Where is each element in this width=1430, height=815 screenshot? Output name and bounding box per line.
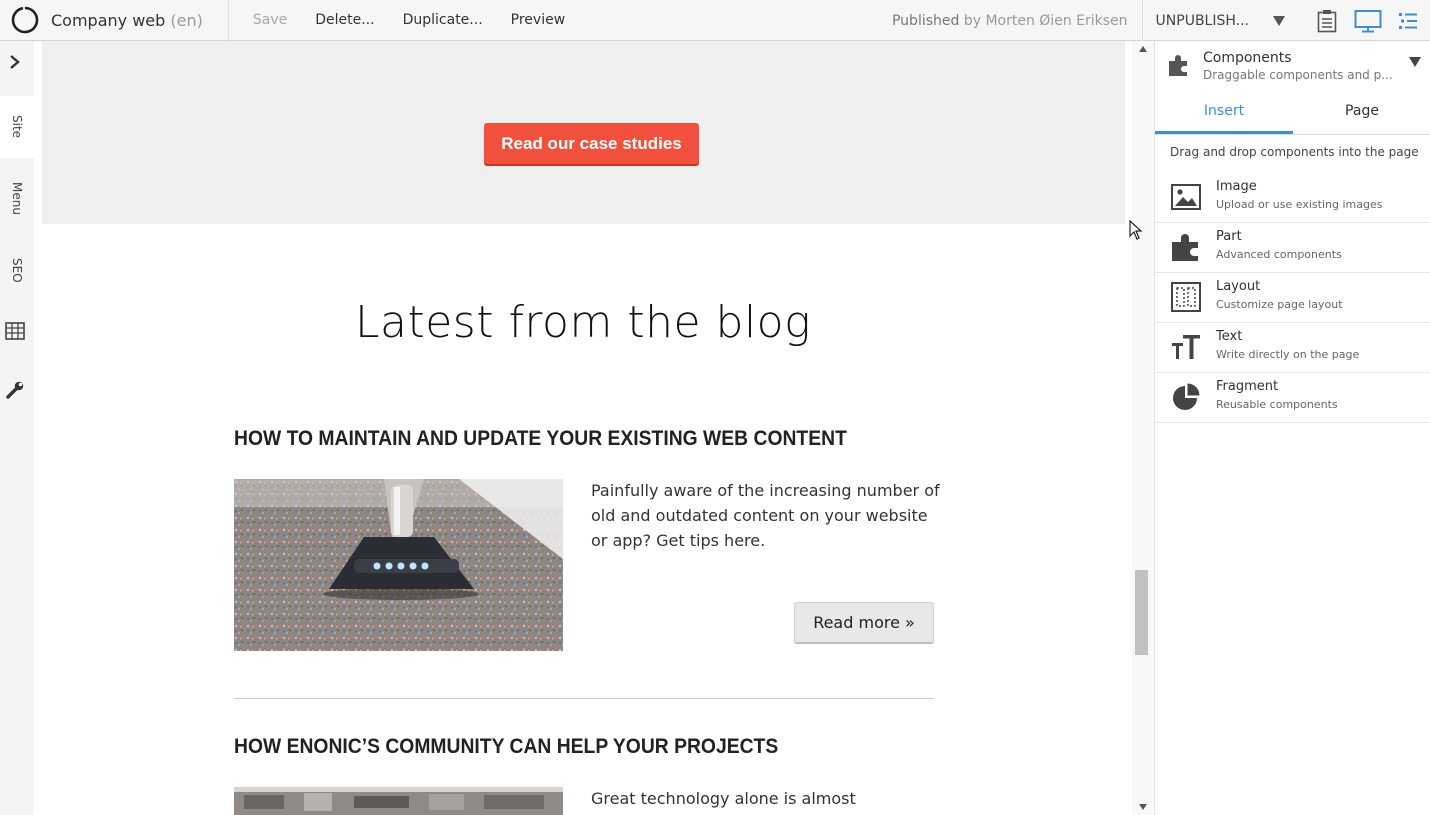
- tab-insert[interactable]: Insert: [1155, 90, 1293, 134]
- post-title[interactable]: HOW TO MAINTAIN AND UPDATE YOUR EXISTING…: [234, 427, 847, 451]
- component-item-subtitle: Write directly on the page: [1216, 348, 1360, 361]
- post-excerpt: Great technology alone is almost: [591, 789, 856, 808]
- content-title: Company web (en): [51, 11, 203, 30]
- panel-subtitle: Draggable components and p...: [1203, 68, 1393, 82]
- component-item-subtitle: Reusable components: [1216, 398, 1338, 411]
- components-panel: Components Draggable components and p...…: [1154, 41, 1430, 815]
- publish-status-author: by Morten Øien Eriksen: [963, 12, 1128, 29]
- component-item-title: Part: [1216, 229, 1242, 244]
- pie-icon: [1170, 381, 1202, 413]
- component-list: Image Upload or use existing images Part…: [1155, 173, 1430, 423]
- scrollbar-thumb[interactable]: [1135, 570, 1148, 655]
- puzzle-icon: [1170, 231, 1202, 263]
- delete-button[interactable]: Delete...: [315, 12, 374, 28]
- chevron-down-icon[interactable]: [1409, 57, 1421, 67]
- expand-arrow-icon[interactable]: [6, 53, 24, 75]
- read-more-button[interactable]: Read more »: [794, 602, 934, 644]
- component-item-fragment[interactable]: Fragment Reusable components: [1155, 373, 1430, 423]
- layout-icon: [1170, 281, 1202, 313]
- canvas-scrollbar[interactable]: [1132, 41, 1154, 815]
- component-item-text[interactable]: Text Write directly on the page: [1155, 323, 1430, 373]
- component-item-image[interactable]: Image Upload or use existing images: [1155, 173, 1430, 223]
- case-studies-button[interactable]: Read our case studies: [484, 123, 699, 164]
- component-item-title: Fragment: [1216, 379, 1279, 394]
- post-excerpt: Painfully aware of the increasing number…: [591, 481, 940, 550]
- component-item-subtitle: Upload or use existing images: [1216, 198, 1383, 211]
- puzzle-icon: [1167, 53, 1191, 81]
- publish-status: Published by Morten Øien Eriksen: [892, 13, 1128, 29]
- desktop-icon[interactable]: [1354, 9, 1382, 33]
- save-button[interactable]: Save: [253, 12, 287, 28]
- toolbar-divider: [1141, 0, 1143, 41]
- mouse-pointer-icon: [1129, 219, 1143, 244]
- publish-status-label: Published: [891, 12, 960, 29]
- context-sidebar: Site Menu SEO: [0, 41, 34, 815]
- preview-button[interactable]: Preview: [511, 12, 566, 28]
- publish-menu-chevron-down-icon[interactable]: [1273, 15, 1285, 26]
- duplicate-button[interactable]: Duplicate...: [403, 12, 483, 28]
- scroll-up-arrow-icon[interactable]: [1139, 46, 1147, 52]
- post-title[interactable]: HOW ENONIC’S COMMUNITY CAN HELP YOUR PRO…: [234, 735, 778, 759]
- tab-page[interactable]: Page: [1293, 90, 1430, 134]
- sidebar-tab-seo[interactable]: SEO: [0, 247, 34, 293]
- sidebar-tab-menu[interactable]: Menu: [0, 167, 34, 229]
- component-item-title: Image: [1216, 179, 1257, 194]
- app-logo[interactable]: [10, 5, 40, 35]
- panel-title: Components: [1203, 50, 1292, 66]
- content-language: (en): [170, 10, 203, 30]
- image-icon: [1170, 181, 1202, 213]
- blog-heading: Latest from the blog: [354, 297, 811, 348]
- panel-tabs: Insert Page: [1155, 90, 1430, 135]
- post-image-office[interactable]: [234, 787, 563, 815]
- cta-section: Read our case studies: [42, 41, 1125, 224]
- wrench-icon[interactable]: [5, 380, 25, 404]
- text-icon: [1170, 331, 1202, 363]
- component-item-title: Layout: [1216, 279, 1261, 294]
- component-item-title: Text: [1216, 329, 1243, 344]
- component-item-subtitle: Advanced components: [1216, 248, 1342, 261]
- panel-header[interactable]: Components Draggable components and p...: [1155, 41, 1430, 90]
- toolbar-right: Published by Morten Øien Eriksen UNPUBLI…: [892, 0, 1430, 41]
- top-toolbar: Company web (en) Save Delete... Duplicat…: [0, 0, 1430, 41]
- scroll-down-arrow-icon[interactable]: [1139, 804, 1147, 810]
- post-image-vacuum[interactable]: [234, 479, 563, 651]
- clipboard-icon[interactable]: [1315, 9, 1339, 33]
- post-divider: [234, 698, 934, 699]
- grid-icon[interactable]: [5, 322, 25, 344]
- panel-hint: Drag and drop components into the page: [1170, 145, 1419, 159]
- component-item-layout[interactable]: Layout Customize page layout: [1155, 273, 1430, 323]
- sidebar-tab-site[interactable]: Site: [0, 96, 34, 158]
- component-item-subtitle: Customize page layout: [1216, 298, 1343, 311]
- content-name: Company web: [51, 10, 166, 30]
- page-canvas[interactable]: Read our case studies Latest from the bl…: [34, 41, 1132, 815]
- unpublish-button[interactable]: UNPUBLISH...: [1156, 13, 1249, 29]
- list-icon[interactable]: [1396, 9, 1420, 33]
- toolbar-divider: [227, 0, 229, 41]
- component-item-part[interactable]: Part Advanced components: [1155, 223, 1430, 273]
